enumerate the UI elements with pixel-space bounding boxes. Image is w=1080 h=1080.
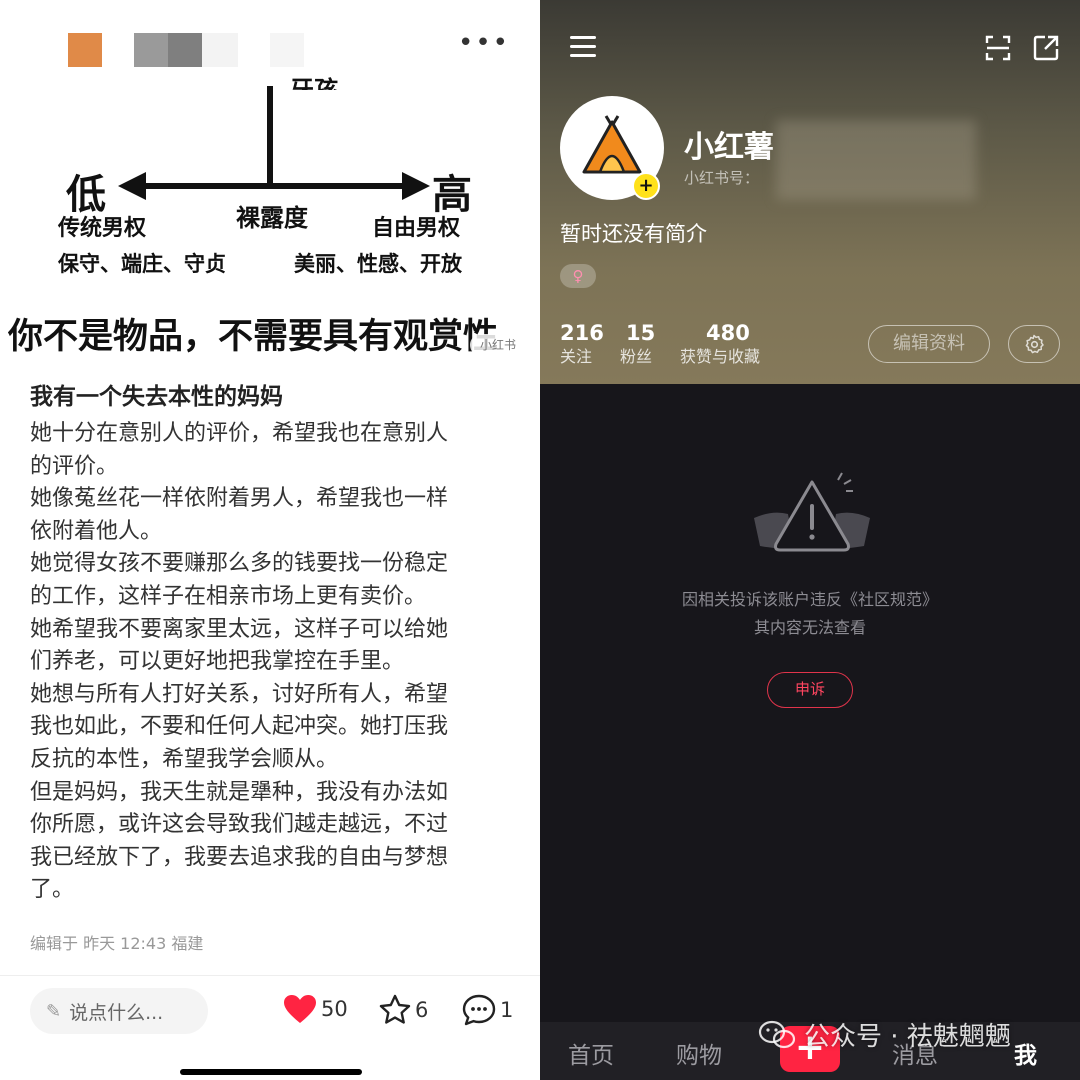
profile-panel: + 小红薯 小红书号： 暂时还没有简介 ♀ 216 关注 15 粉丝 480 获… [540, 0, 1080, 1080]
stat-following[interactable]: 216 关注 [560, 320, 604, 368]
tab-home[interactable]: 首页 [568, 1036, 614, 1070]
add-avatar-icon[interactable]: + [632, 172, 660, 200]
tab-me[interactable]: 我 [1014, 1036, 1037, 1070]
collect-button[interactable]: 6 [379, 994, 428, 1025]
scan-icon[interactable] [984, 34, 1012, 62]
more-options-icon[interactable]: ••• [458, 28, 510, 58]
star-icon [379, 994, 411, 1024]
violation-notice: 因相关投诉该账户违反《社区规范》 [681, 590, 938, 609]
pencil-icon: ✎ [46, 1000, 62, 1022]
stat-label: 获赞与收藏 [680, 347, 761, 366]
profile-name: 小红薯 [684, 130, 774, 165]
redacted-region [776, 120, 976, 200]
diagram-right-traits: 美丽、性感、开放 [294, 252, 462, 276]
note-text: 她十分在意别人的评价，希望我也在意别人 的评价。 她像菟丝花一样依附着男人，希望… [30, 418, 510, 907]
note-line: 她想与所有人打好关系，讨好所有人，希望 [30, 681, 449, 707]
image-headline: 你不是物品，不需要具有观赏性 [8, 317, 499, 357]
note-image-diagram: 牙孩 低 高 裸露度 传统男权 自由男权 保守、端庄、守贞 美丽、性感、开放 [0, 76, 540, 290]
note-line: 我已经放下了，我要去追求我的自由与梦想 [30, 844, 449, 870]
author-name-fade [202, 33, 238, 67]
violation-notice-sub: 其内容无法查看 [753, 618, 866, 637]
note-line: 但是妈妈，我天生就是犟种，我没有办法如 [30, 779, 449, 805]
settings-button[interactable] [1008, 325, 1060, 363]
note-line: 你所愿，或许这会导致我们越走越远，不过 [30, 812, 449, 838]
diagram-top-fragment: 牙孩 [290, 76, 338, 90]
gender-tag: ♀ [560, 264, 596, 288]
comment-input[interactable]: ✎ 说点什么... [30, 988, 208, 1034]
note-line: 她像菟丝花一样依附着男人，希望我也一样 [30, 486, 449, 512]
warning-icon [754, 472, 870, 552]
note-detail-panel: ••• 牙孩 低 高 裸露度 传统男权 自由男权 保守、端庄、守贞 美丽、性感、… [0, 0, 540, 1080]
profile-id-label: 小红书号： [684, 169, 760, 187]
gear-icon [1025, 334, 1044, 354]
stat-number: 15 [626, 321, 656, 345]
watermark-text: 公众号 · 祛魅魍魉 [804, 1022, 1011, 1052]
stat-label: 粉丝 [620, 347, 653, 366]
note-line: 了。 [30, 877, 75, 903]
note-line: 反抗的本性，希望我学会顺从。 [30, 746, 339, 772]
note-line: 依附着他人。 [30, 518, 163, 544]
note-body: 我有一个失去本性的妈妈 她十分在意别人的评价，希望我也在意别人 的评价。 她像菟… [30, 380, 510, 907]
image-watermark: 小红书 [470, 334, 526, 356]
diagram-left-title: 传统男权 [58, 216, 147, 241]
comment-placeholder: 说点什么... [69, 1001, 164, 1024]
follow-button[interactable] [270, 33, 304, 67]
heart-icon [284, 995, 316, 1023]
diagram-right-title: 自由男权 [372, 216, 461, 241]
collect-count: 6 [415, 997, 429, 1022]
edit-timestamp: 编辑于 昨天 12:43 福建 [30, 934, 204, 953]
comment-count: 1 [500, 998, 514, 1022]
stat-likes-collects[interactable]: 480 获赞与收藏 [680, 320, 760, 368]
stat-number: 216 [560, 321, 604, 345]
tab-shopping[interactable]: 购物 [676, 1036, 722, 1070]
note-line: 她觉得女孩不要赚那么多的钱要找一份稳定 [30, 551, 449, 577]
author-name[interactable] [134, 33, 202, 67]
diagram-left-traits: 保守、端庄、守贞 [58, 252, 226, 276]
note-line: 她希望我不要离家里太远，这样子可以给她 [30, 616, 449, 642]
appeal-button[interactable]: 申诉 [767, 672, 853, 708]
note-line: 我也如此，不要和任何人起冲突。她打压我 [30, 714, 449, 740]
like-button[interactable]: 50 [283, 994, 348, 1024]
profile-bio[interactable]: 暂时还没有简介 [560, 218, 707, 248]
note-header: ••• [0, 0, 540, 90]
stat-label: 关注 [560, 347, 593, 366]
comment-icon [462, 994, 496, 1026]
menu-icon[interactable] [570, 36, 596, 58]
note-line: 她十分在意别人的评价，希望我也在意别人 [30, 421, 449, 446]
comment-button[interactable]: 1 [462, 994, 513, 1026]
home-indicator [180, 1069, 362, 1075]
note-title: 我有一个失去本性的妈妈 [30, 384, 283, 410]
stat-followers[interactable]: 15 粉丝 [620, 320, 655, 368]
share-icon[interactable] [1032, 34, 1060, 62]
edit-profile-button[interactable]: 编辑资料 [868, 325, 990, 363]
note-line: 的评价。 [30, 453, 119, 479]
divider [0, 975, 540, 976]
note-line: 们养老，可以更好地把我掌控在手里。 [30, 649, 405, 675]
wechat-icon [758, 1020, 796, 1048]
note-line: 的工作，这样子在相亲市场上更有卖价。 [30, 583, 427, 609]
wechat-watermark: 公众号 · 祛魅魍魉 [758, 1016, 1011, 1053]
author-avatar[interactable] [68, 33, 102, 67]
like-count: 50 [321, 997, 348, 1021]
stat-number: 480 [706, 321, 750, 345]
diagram-axis-label: 裸露度 [236, 204, 308, 232]
